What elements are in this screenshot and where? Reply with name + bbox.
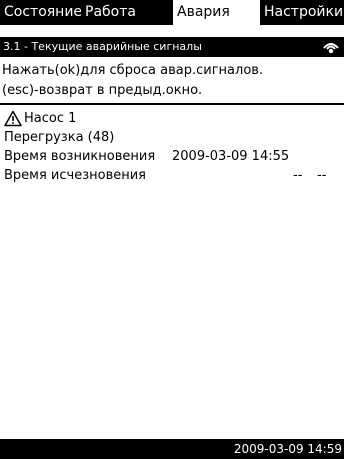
screen-title-bar: 3.1 - Текущие аварийные сигналы	[0, 37, 344, 57]
alarm-cleared-row: Время исчезновения -- --	[0, 166, 344, 185]
instruction-text: Нажать(ok)для сброса авар.сигналов. (esc…	[0, 61, 344, 101]
alarm-entry[interactable]: Насос 1 Перегрузка (48) Время возникнове…	[0, 109, 344, 185]
tab-settings[interactable]: Настройки	[260, 0, 344, 25]
alarm-occurred-label: Время возникновения	[4, 149, 156, 164]
screen-title: 3.1 - Текущие аварийные сигналы	[3, 40, 202, 53]
alarm-occurred-value: 2009-03-09 14:55	[172, 149, 290, 164]
status-bar: 2009-03-09 14:59	[0, 439, 344, 459]
instruction-line-reset: Нажать(ok)для сброса авар.сигналов.	[2, 63, 264, 78]
alarm-cleared-time: --	[317, 168, 327, 183]
connection-icon	[323, 43, 339, 54]
tab-status[interactable]: Состояние	[0, 0, 81, 25]
instruction-line-back: (esc)-возврат в предыд.окно.	[2, 83, 203, 98]
divider	[0, 103, 344, 105]
alarm-description-row: Перегрузка (48)	[0, 128, 344, 147]
alarm-cleared-label: Время исчезновения	[4, 168, 146, 183]
current-datetime: 2009-03-09 14:59	[233, 442, 342, 456]
alarm-source: Насос 1	[24, 111, 77, 126]
warning-icon	[4, 110, 22, 127]
tab-alarm[interactable]: Авария	[173, 0, 260, 25]
alarm-occurred-row: Время возникновения 2009-03-09 14:55	[0, 147, 344, 166]
alarm-source-row: Насос 1	[0, 109, 344, 128]
tab-operation[interactable]: Работа	[81, 0, 173, 25]
tab-bar: Состояние Работа Авария Настройки	[0, 0, 344, 25]
alarm-description: Перегрузка (48)	[4, 130, 115, 145]
alarm-cleared-date: --	[293, 168, 303, 183]
